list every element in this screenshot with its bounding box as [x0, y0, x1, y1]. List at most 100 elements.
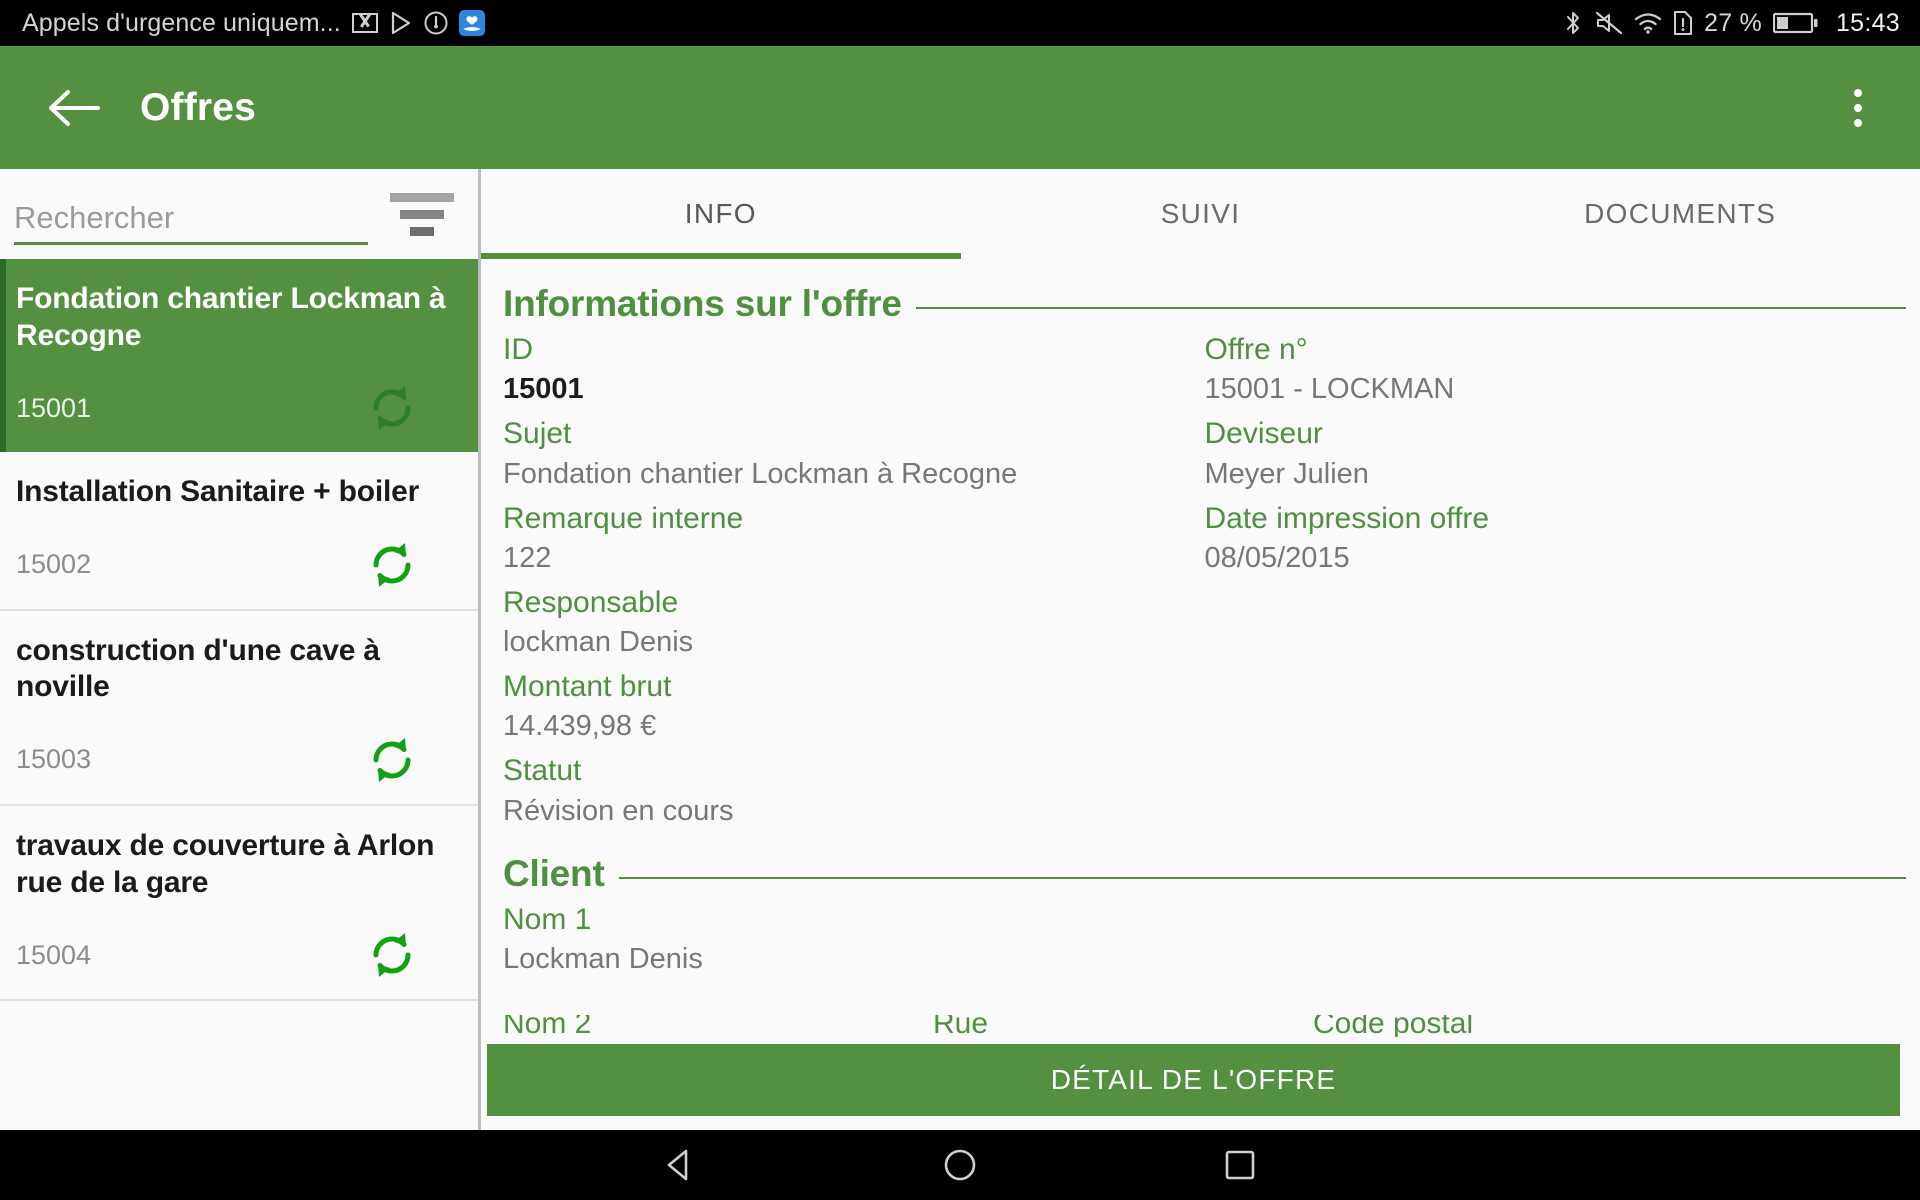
field-value: Meyer Julien	[1204, 457, 1369, 490]
offer-detail-pane: INFO SUIVI DOCUMENTS Informations sur l'…	[481, 169, 1920, 1130]
field-remarque-interne: Remarque interne 122	[503, 498, 1205, 578]
bluetooth-icon	[1562, 10, 1584, 36]
section-rule	[618, 876, 1906, 879]
gmail-icon	[351, 13, 378, 33]
field-value: lockman Denis	[503, 626, 694, 659]
battery-icon	[1772, 11, 1819, 35]
field-value: 122	[503, 541, 552, 574]
field-label: Statut	[503, 754, 582, 788]
list-item-title: construction d'une cave à noville	[16, 633, 380, 704]
field-value: Fondation chantier Lockman à Recogne	[503, 457, 1018, 490]
field-value: Lockman Denis	[503, 942, 703, 975]
list-item-row: 15002	[16, 539, 454, 591]
volume-mute-icon	[1595, 10, 1623, 36]
android-nav-bar	[0, 1130, 1920, 1200]
field-date-impression-offre: Date impression offre 08/05/2015	[1205, 498, 1907, 578]
field-offre-numero: Offre n° 15001 - LOCKMAN	[1205, 329, 1907, 409]
field-label: Remarque interne	[503, 501, 744, 535]
search-input[interactable]	[14, 200, 368, 236]
clipped-cell-1: Nom 2	[503, 1015, 592, 1037]
sync-icon[interactable]	[366, 382, 418, 434]
list-item[interactable]: travaux de couverture à Arlon rue de la …	[0, 806, 478, 1002]
clock-label: 15:43	[1835, 8, 1900, 37]
offer-info-left-column: ID 15001 Sujet Fondation chantier Lockma…	[503, 325, 1205, 831]
field-label: Nom 2	[503, 1015, 592, 1037]
field-value: 15001	[503, 373, 584, 406]
field-label: Offre n°	[1204, 333, 1308, 366]
field-label: ID	[503, 333, 533, 366]
field-value: 08/05/2015	[1204, 541, 1350, 574]
carrier-label: Appels d'urgence uniquem...	[22, 8, 341, 37]
section-header-offer-info: Informations sur l'offre	[495, 283, 1906, 325]
offers-list-pane: Fondation chantier Lockman à Recogne 150…	[0, 169, 481, 1130]
list-item-id: 15002	[16, 549, 92, 580]
list-item-row: 15003	[16, 734, 454, 786]
nav-back-icon[interactable]	[610, 1130, 750, 1200]
tab-suivi[interactable]: SUIVI	[961, 169, 1441, 259]
field-sujet: Sujet Fondation chantier Lockman à Recog…	[503, 413, 1205, 493]
field-label: Deviseur	[1204, 417, 1323, 451]
list-item-id: 15001	[16, 392, 92, 423]
list-item-row: 15001	[16, 382, 454, 434]
clipped-field-row: Nom 2 Rue Code postal	[503, 1015, 1898, 1037]
list-item[interactable]: Installation Sanitaire + boiler 15002	[0, 452, 478, 611]
sync-icon[interactable]	[366, 734, 418, 786]
field-value: 15001 - LOCKMAN	[1204, 373, 1455, 406]
wifi-icon	[1634, 10, 1662, 36]
page-title: Offres	[140, 85, 257, 129]
status-bar-right: 27 % 15:43	[1562, 9, 1900, 38]
section-header-client: Client	[495, 853, 1906, 895]
field-label: Rue	[933, 1015, 989, 1037]
list-item-title: travaux de couverture à Arlon rue de la …	[16, 828, 435, 899]
list-item[interactable]: construction d'une cave à noville 15003	[0, 611, 478, 806]
filter-icon[interactable]	[384, 183, 460, 245]
offers-list[interactable]: Fondation chantier Lockman à Recogne 150…	[0, 259, 478, 1130]
section-title: Client	[503, 852, 605, 894]
offer-info-right-column: Offre n° 15001 - LOCKMAN Deviseur Meyer …	[1205, 325, 1907, 831]
tab-active-indicator	[481, 253, 961, 259]
list-item-row: 15004	[16, 929, 454, 981]
app-toolbar: Offres	[0, 46, 1920, 169]
field-id: ID 15001	[503, 329, 1205, 409]
search-bar	[0, 169, 478, 259]
battery-percent-label: 27 %	[1704, 8, 1762, 37]
content-body: Fondation chantier Lockman à Recogne 150…	[0, 169, 1920, 1130]
field-label: Code postal	[1313, 1015, 1474, 1037]
android-status-bar: Appels d'urgence uniquem... 27 % 15:43	[0, 0, 1920, 46]
list-item-title: Fondation chantier Lockman à Recogne	[16, 282, 446, 352]
offer-info-grid: ID 15001 Sujet Fondation chantier Lockma…	[495, 325, 1906, 831]
back-arrow-icon[interactable]	[26, 60, 122, 156]
clipped-cell-3: Code postal	[1313, 1015, 1474, 1037]
field-label: Nom 1	[503, 902, 592, 936]
field-deviseur: Deviseur Meyer Julien	[1205, 413, 1907, 493]
sync-icon[interactable]	[366, 539, 418, 591]
field-label: Montant brut	[503, 670, 672, 703]
field-value: 14.439,98 €	[503, 710, 657, 743]
nav-recents-icon[interactable]	[1170, 1130, 1310, 1200]
app-icon	[458, 10, 485, 36]
tab-bar: INFO SUIVI DOCUMENTS	[481, 169, 1920, 259]
list-item-id: 15003	[16, 744, 92, 775]
client-grid: Nom 1 Lockman Denis	[495, 895, 1906, 979]
client-left-column: Nom 1 Lockman Denis	[503, 895, 1205, 979]
list-item[interactable]: Fondation chantier Lockman à Recogne 150…	[0, 259, 478, 453]
status-bar-left: Appels d'urgence uniquem...	[22, 9, 1562, 38]
clipped-cell-2: Rue	[933, 1015, 989, 1037]
list-item-title: Installation Sanitaire + boiler	[16, 475, 420, 509]
section-rule	[915, 307, 1906, 309]
app-root: Appels d'urgence uniquem... 27 % 15:43 O…	[0, 0, 1920, 1200]
detail-offer-button[interactable]: DÉTAIL DE L'OFFRE	[487, 1044, 1900, 1116]
tab-info[interactable]: INFO	[481, 169, 961, 259]
field-statut: Statut Révision en cours	[503, 750, 1205, 830]
info-tab-content: Informations sur l'offre ID 15001 Sujet …	[481, 261, 1920, 1037]
list-item-id: 15004	[16, 939, 92, 970]
field-nom-1: Nom 1 Lockman Denis	[503, 899, 1205, 979]
tab-documents[interactable]: DOCUMENTS	[1440, 169, 1920, 259]
search-field[interactable]	[14, 183, 368, 245]
nav-home-icon[interactable]	[890, 1130, 1030, 1200]
overflow-menu-icon[interactable]	[1818, 60, 1898, 156]
client-right-column	[1205, 895, 1907, 979]
sync-icon[interactable]	[366, 929, 418, 981]
field-label: Responsable	[503, 585, 679, 619]
play-store-icon	[389, 11, 413, 35]
